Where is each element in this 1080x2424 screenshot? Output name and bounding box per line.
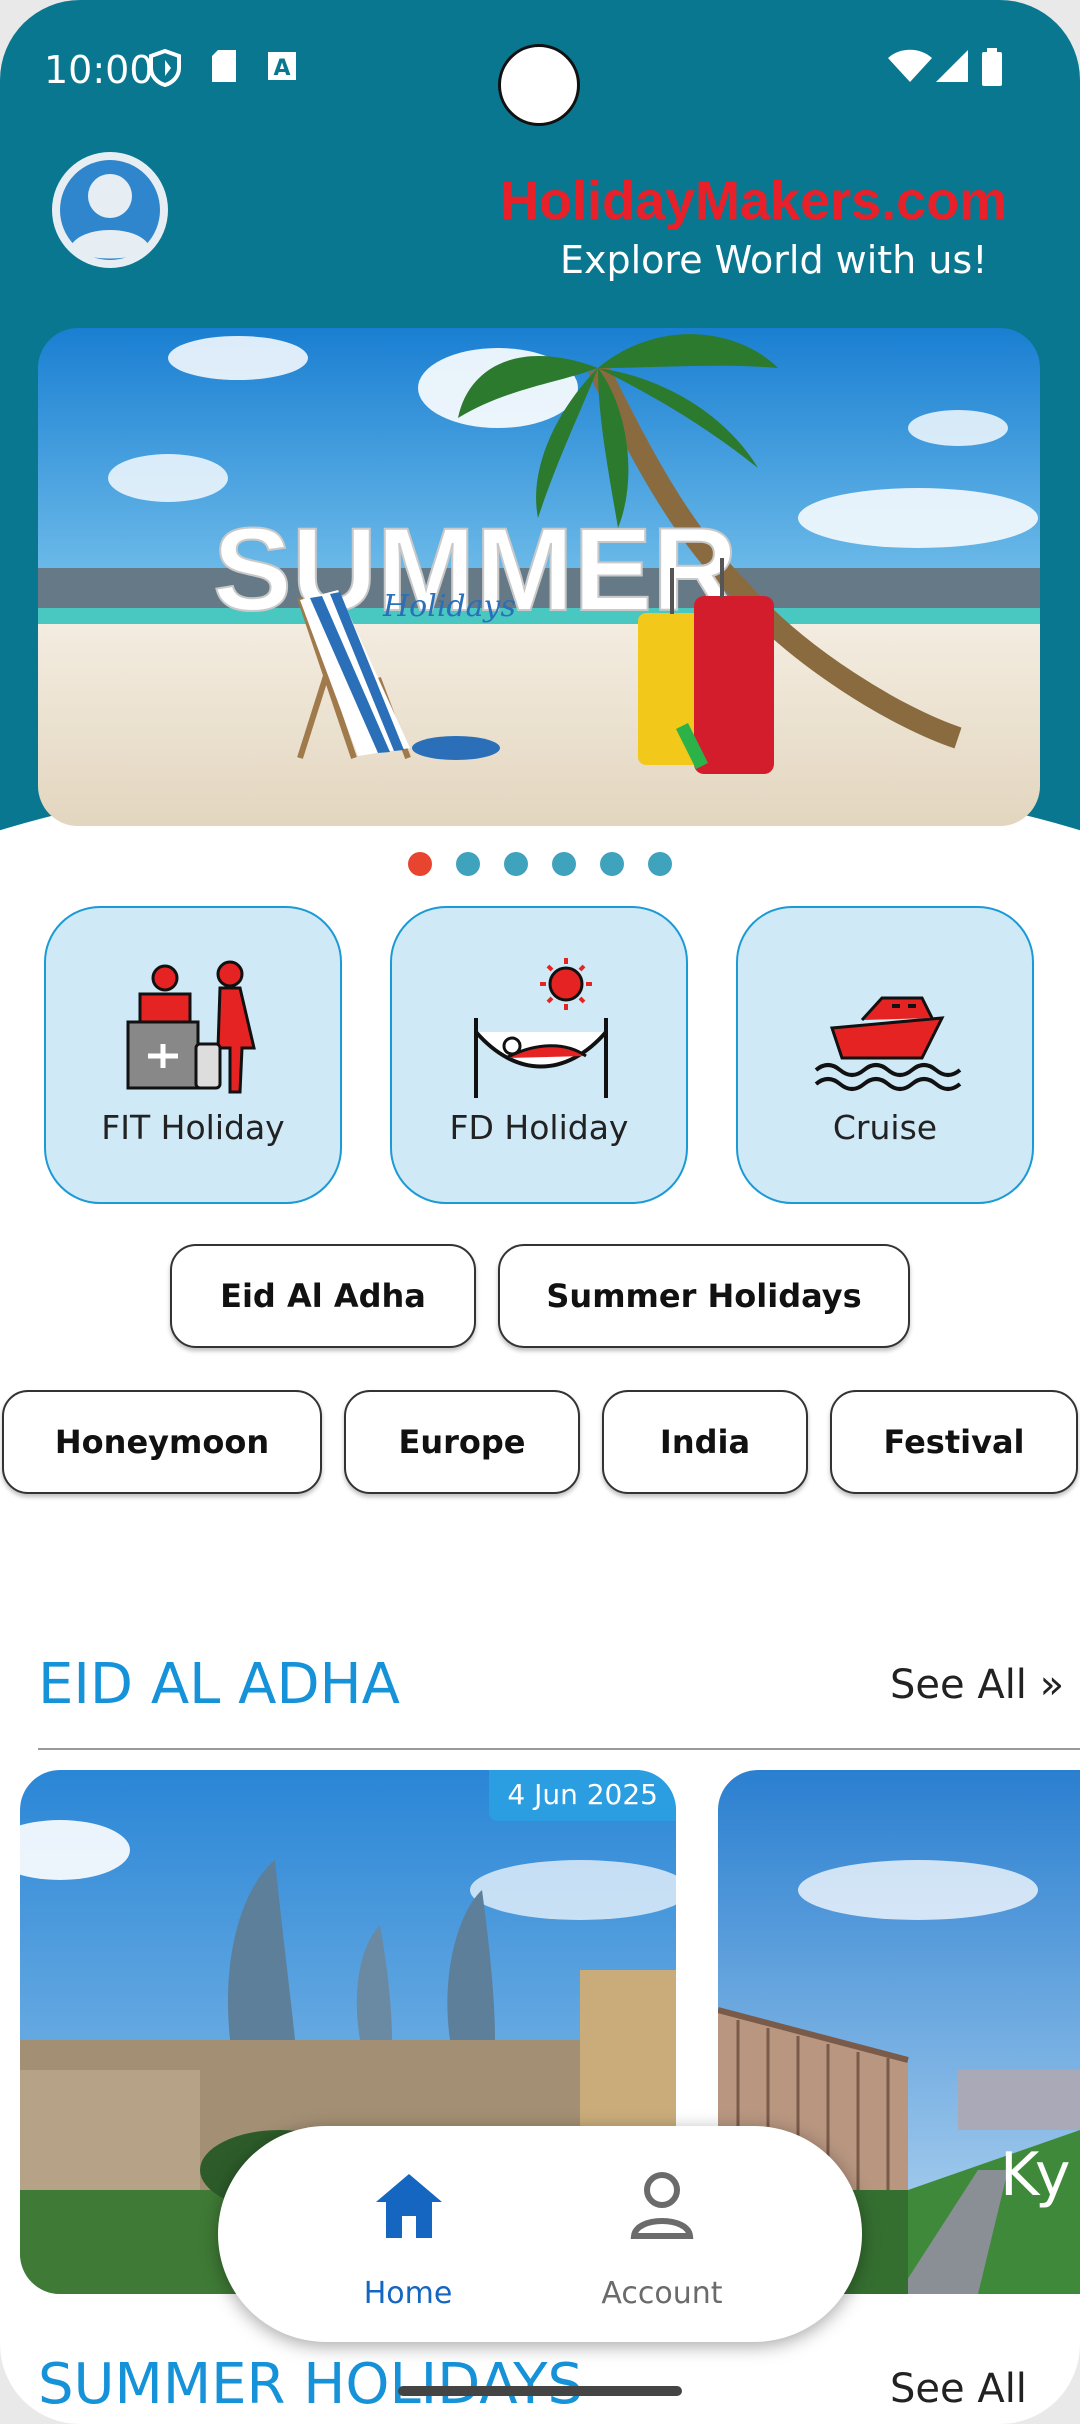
promo-banner[interactable]: SUMMER Holidays: [38, 328, 1040, 826]
carousel-dot[interactable]: [648, 852, 672, 876]
chip-honeymoon[interactable]: Honeymoon: [2, 1390, 322, 1494]
chip-europe[interactable]: Europe: [344, 1390, 580, 1494]
brand-logo: HolidayMakers.com: [500, 170, 1030, 231]
see-all-link[interactable]: See All »: [890, 1662, 1064, 1708]
carousel-indicator: [408, 852, 672, 880]
category-fit-holiday[interactable]: FIT Holiday: [44, 906, 342, 1204]
nav-label: Account: [601, 2276, 723, 2311]
home-indicator: [398, 2386, 682, 2396]
font-a-icon: A: [268, 52, 296, 81]
banner-subheadline: Holidays: [382, 589, 516, 624]
section-title-summer: SUMMER HOLIDAYS: [38, 2352, 584, 2417]
svg-text:A: A: [273, 56, 290, 81]
brand-tagline: Explore World with us!: [560, 238, 988, 282]
section-title-eid: EID AL ADHA: [38, 1652, 400, 1717]
sd-card-icon: [212, 50, 236, 82]
battery-icon: [982, 48, 1002, 86]
category-label: Cruise: [832, 1108, 938, 1147]
signal-icon: [936, 50, 968, 82]
brand-name: HolidayMakers.com: [500, 171, 1008, 231]
wifi-icon: [888, 49, 932, 82]
camera-cutout: [498, 44, 580, 126]
chip-india[interactable]: India: [602, 1390, 808, 1494]
home-icon: [376, 2174, 442, 2238]
carousel-dot[interactable]: [504, 852, 528, 876]
carousel-dot[interactable]: [408, 852, 432, 876]
phone-screen: 10:00 A HolidayMakers.com Explore World …: [0, 0, 1080, 2424]
account-icon: [630, 2172, 694, 2239]
nav-label: Home: [363, 2276, 453, 2311]
bottom-nav: Home Account: [218, 2126, 862, 2342]
category-cruise[interactable]: Cruise: [736, 906, 1034, 1204]
profile-avatar-icon[interactable]: [52, 152, 168, 268]
cruise-ship-icon: [814, 996, 962, 1091]
nav-account[interactable]: Account: [562, 2126, 762, 2342]
carousel-dot[interactable]: [456, 852, 480, 876]
shield-icon: [149, 48, 181, 88]
category-label: FD Holiday: [449, 1108, 629, 1147]
see-all-link[interactable]: See All: [890, 2366, 1027, 2412]
date-badge: 4 Jun 2025: [489, 1770, 676, 1821]
beach-illustration: SUMMER Holidays: [38, 328, 1040, 826]
chip-festival[interactable]: Festival: [830, 1390, 1078, 1494]
category-fd-holiday[interactable]: FD Holiday: [390, 906, 688, 1204]
card-title: Ky: [1000, 2140, 1071, 2210]
travelers-luggage-icon: [126, 960, 256, 1094]
chip-summer-holidays[interactable]: Summer Holidays: [498, 1244, 910, 1348]
carousel-dot[interactable]: [600, 852, 624, 876]
section-divider: [38, 1748, 1080, 1750]
nav-home[interactable]: Home: [308, 2126, 508, 2342]
category-label: FIT Holiday: [101, 1108, 285, 1147]
status-time: 10:00: [44, 48, 154, 92]
carousel-dot[interactable]: [552, 852, 576, 876]
hammock-sun-icon: [474, 958, 608, 1098]
chip-eid-al-adha[interactable]: Eid Al Adha: [170, 1244, 476, 1348]
